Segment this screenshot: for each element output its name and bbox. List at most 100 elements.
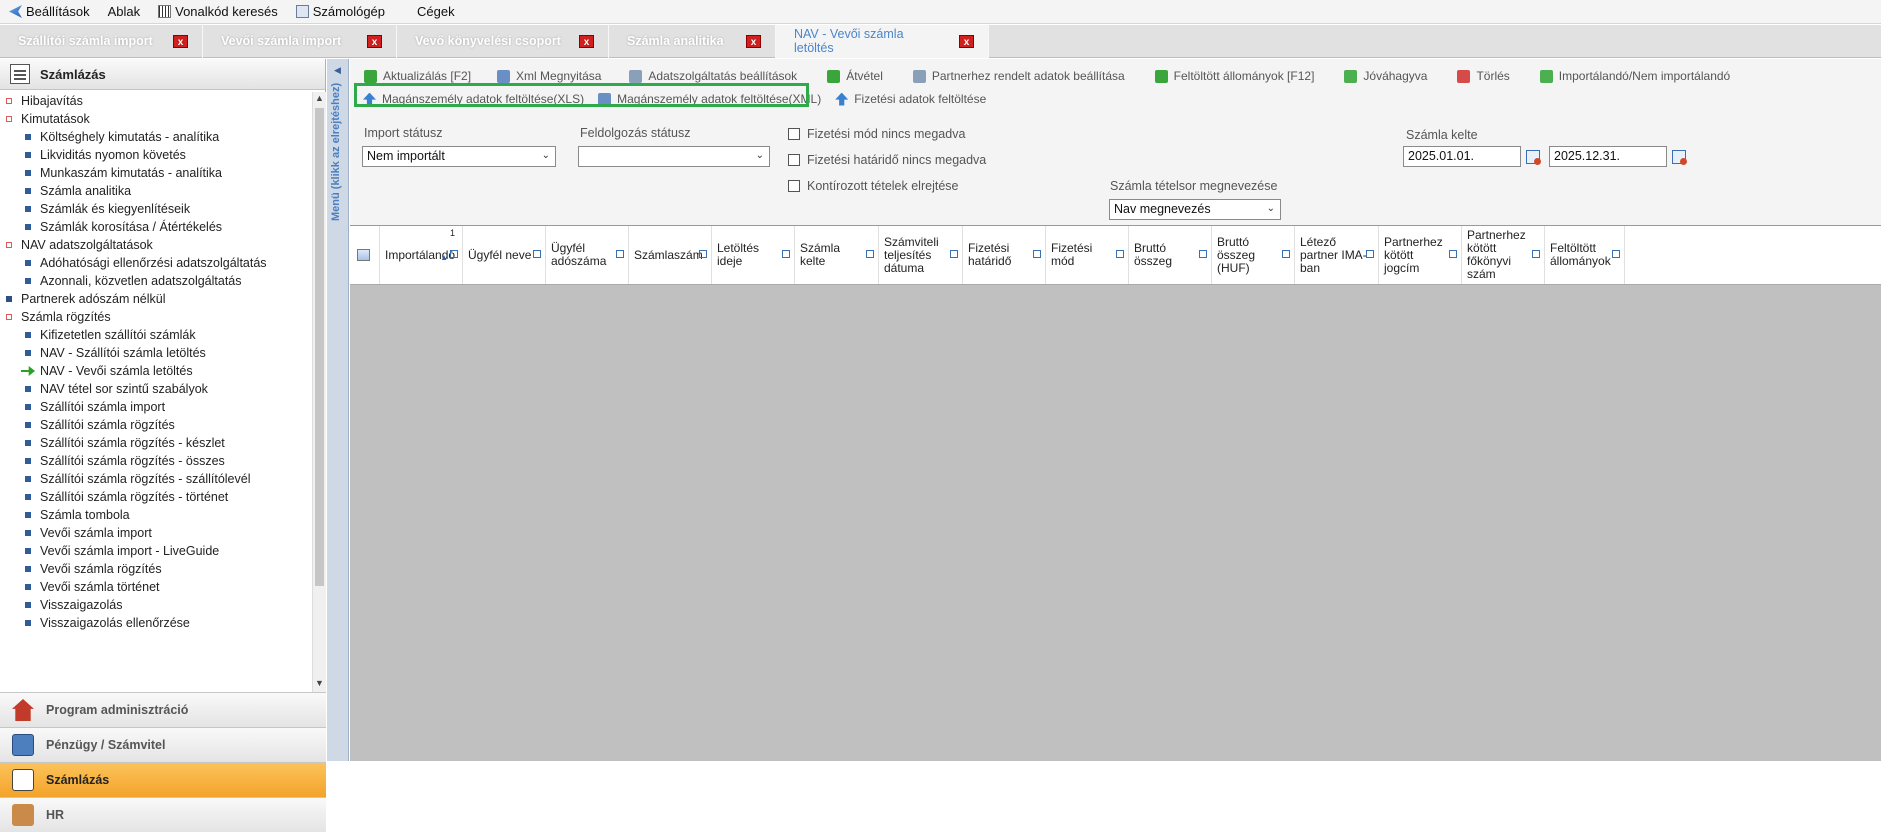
tree-item[interactable]: NAV tétel sor szintű szabályok bbox=[0, 380, 312, 398]
tree-item[interactable]: Számlák és kiegyenlítéseik bbox=[0, 200, 312, 218]
payment-deadline-missing-checkbox[interactable]: Fizetési határidő nincs megadva bbox=[788, 153, 986, 167]
toggle-import-button[interactable]: Importálandó/Nem importálandó bbox=[1533, 66, 1737, 86]
tab-supplier-invoice-import[interactable]: Szállítói számla import x bbox=[0, 24, 203, 58]
filter-icon[interactable] bbox=[1116, 250, 1124, 258]
tree-item[interactable]: Adóhatósági ellenőrzési adatszolgáltatás bbox=[0, 254, 312, 272]
tree-item[interactable]: Szállítói számla rögzítés bbox=[0, 416, 312, 434]
tree-item[interactable]: Szállítói számla rögzítés - szállítólevé… bbox=[0, 470, 312, 488]
processing-status-select[interactable]: ⌄ bbox=[578, 146, 770, 167]
filter-icon[interactable] bbox=[450, 250, 458, 258]
tree-item[interactable]: Szállítói számla rögzítés - készlet bbox=[0, 434, 312, 452]
tree-item[interactable]: Költséghely kimutatás - analítika bbox=[0, 128, 312, 146]
select-all-icon[interactable] bbox=[357, 249, 370, 261]
tree-item[interactable]: Azonnali, közvetlen adatszolgáltatás bbox=[0, 272, 312, 290]
filter-icon[interactable] bbox=[1612, 250, 1620, 258]
tree-item[interactable]: Számla tombola bbox=[0, 506, 312, 524]
tree-item[interactable]: Visszaigazolás ellenőrzése bbox=[0, 614, 312, 632]
tree-item[interactable]: Szállítói számla rögzítés - összes bbox=[0, 452, 312, 470]
scroll-up-icon[interactable]: ▲ bbox=[315, 93, 324, 103]
tree-item[interactable]: Likviditás nyomon követés bbox=[0, 146, 312, 164]
tree-item[interactable]: Szállítói számla rögzítés - történet bbox=[0, 488, 312, 506]
filter-icon[interactable] bbox=[616, 250, 624, 258]
accordion-hr[interactable]: HR bbox=[0, 797, 326, 832]
tree-item[interactable]: Kifizetetlen szállítói számlák bbox=[0, 326, 312, 344]
filter-icon[interactable] bbox=[1033, 250, 1041, 258]
tree-scrollbar[interactable]: ▲ ▼ bbox=[312, 92, 326, 692]
tree-item[interactable]: Vevői számla rögzítés bbox=[0, 560, 312, 578]
select-all-column[interactable] bbox=[350, 226, 380, 284]
tree-group[interactable]: NAV adatszolgáltatások bbox=[0, 236, 312, 254]
column-header[interactable]: Partnerhez kötött főkönyvi szám bbox=[1462, 226, 1545, 284]
tree-group[interactable]: Partnerek adószám nélkül bbox=[0, 290, 312, 308]
filter-icon[interactable] bbox=[782, 250, 790, 258]
column-header[interactable]: Létező partner IMA-ban bbox=[1295, 226, 1379, 284]
tab-invoice-analytics[interactable]: Számla analitika x bbox=[609, 24, 776, 58]
menu-calculator[interactable]: Számológép bbox=[287, 0, 394, 24]
column-header[interactable]: Számviteli teljesítés dátuma bbox=[879, 226, 963, 284]
filter-icon[interactable] bbox=[533, 250, 541, 258]
line-item-select[interactable]: Nav megnevezés ⌄ bbox=[1109, 199, 1281, 220]
filter-icon[interactable] bbox=[1199, 250, 1207, 258]
filter-icon[interactable] bbox=[866, 250, 874, 258]
filter-icon[interactable] bbox=[950, 250, 958, 258]
filter-icon[interactable] bbox=[1366, 250, 1374, 258]
accordion-program-admin[interactable]: Program adminisztráció bbox=[0, 692, 326, 727]
tab-customer-invoice-import[interactable]: Vevői számla import x bbox=[203, 24, 397, 58]
menu-toggle-strip[interactable]: ◀ Menü (klikk az elrejtéshez) bbox=[327, 59, 349, 761]
column-header[interactable]: Számlaszám bbox=[629, 226, 712, 284]
approved-button[interactable]: Jóváhagyva bbox=[1337, 66, 1434, 86]
chevron-left-icon[interactable]: ◀ bbox=[334, 65, 341, 76]
tree-item[interactable]: Vevői számla történet bbox=[0, 578, 312, 596]
column-header[interactable]: Bruttó összeg (HUF) bbox=[1212, 226, 1295, 284]
calendar-icon[interactable] bbox=[1526, 150, 1541, 165]
tree-item[interactable]: Visszaigazolás bbox=[0, 596, 312, 614]
scroll-down-icon[interactable]: ▼ bbox=[315, 678, 324, 688]
filter-icon[interactable] bbox=[1532, 250, 1540, 258]
tree-group[interactable]: Kimutatások bbox=[0, 110, 312, 128]
tab-nav-customer-invoice-download[interactable]: NAV - Vevői számla letöltés x bbox=[776, 24, 989, 58]
accordion-invoicing[interactable]: Számlázás bbox=[0, 762, 326, 797]
close-icon[interactable]: x bbox=[959, 34, 974, 48]
calendar-icon[interactable] bbox=[1672, 150, 1687, 165]
scroll-thumb[interactable] bbox=[315, 108, 324, 586]
accordion-finance[interactable]: Pénzügy / Számvitel bbox=[0, 727, 326, 762]
delete-button[interactable]: Törlés bbox=[1450, 66, 1516, 86]
uploaded-files-button[interactable]: Feltöltött állományok [F12] bbox=[1148, 66, 1322, 86]
tree-item[interactable]: Szállítói számla import bbox=[0, 398, 312, 416]
close-icon[interactable]: x bbox=[367, 34, 382, 48]
tree-item[interactable]: Számlák korosítása / Átértékelés bbox=[0, 218, 312, 236]
tree-item[interactable]: Vevői számla import bbox=[0, 524, 312, 542]
menu-barcode-search[interactable]: Vonalkód keresés bbox=[149, 0, 287, 24]
filter-icon[interactable] bbox=[1282, 250, 1290, 258]
tree-group[interactable]: Számla rögzítés bbox=[0, 308, 312, 326]
column-header[interactable]: Partnerhez kötött jogcím bbox=[1379, 226, 1462, 284]
column-header[interactable]: Számla kelte bbox=[795, 226, 879, 284]
tree-item[interactable]: NAV - Vevői számla letöltés bbox=[0, 362, 312, 380]
hide-posted-items-checkbox[interactable]: Kontírozott tételek elrejtése bbox=[788, 179, 958, 193]
column-header[interactable]: Ügyfél adószáma bbox=[546, 226, 629, 284]
menu-window[interactable]: Ablak bbox=[99, 0, 150, 24]
column-header[interactable]: Fizetési határidő bbox=[963, 226, 1046, 284]
close-icon[interactable]: x bbox=[746, 34, 761, 48]
import-status-select[interactable]: Nem importált ⌄ bbox=[362, 146, 556, 167]
receive-button[interactable]: Átvétel bbox=[820, 66, 890, 86]
upload-payment-data-button[interactable]: Fizetési adatok feltöltése bbox=[828, 89, 993, 109]
column-header[interactable]: Importálandó ▲ 1 bbox=[380, 226, 463, 284]
column-header[interactable]: Letöltés ideje bbox=[712, 226, 795, 284]
tree-group[interactable]: Hibajavítás bbox=[0, 92, 312, 110]
column-header[interactable]: Ügyfél neve bbox=[463, 226, 546, 284]
column-header[interactable]: Fizetési mód bbox=[1046, 226, 1129, 284]
tab-customer-accounting-group[interactable]: Vevő könyvelési csoport x bbox=[397, 24, 609, 58]
column-header[interactable]: Feltöltött állományok bbox=[1545, 226, 1625, 284]
tree-item[interactable]: Számla analitika bbox=[0, 182, 312, 200]
partner-data-settings-button[interactable]: Partnerhez rendelt adatok beállítása bbox=[906, 66, 1132, 86]
close-icon[interactable]: x bbox=[579, 34, 594, 48]
date-to-input[interactable]: 2025.12.31. bbox=[1549, 146, 1667, 167]
menu-settings[interactable]: Beállítások bbox=[0, 0, 99, 24]
date-from-input[interactable]: 2025.01.01. bbox=[1403, 146, 1521, 167]
filter-icon[interactable] bbox=[699, 250, 707, 258]
tree-item[interactable]: Munkaszám kimutatás - analítika bbox=[0, 164, 312, 182]
tree-item[interactable]: Vevői számla import - LiveGuide bbox=[0, 542, 312, 560]
close-icon[interactable]: x bbox=[173, 34, 188, 48]
menu-companies[interactable]: Cégek bbox=[408, 0, 464, 24]
